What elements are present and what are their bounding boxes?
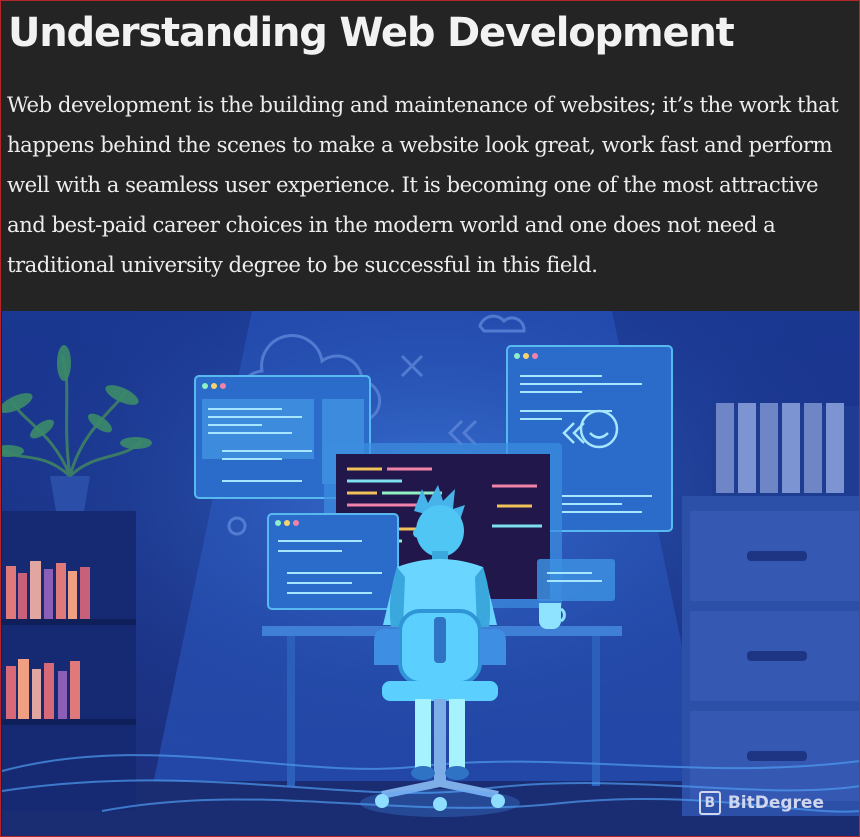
- web-developer-illustration: [2, 311, 859, 836]
- code-window-small: [267, 513, 399, 610]
- bitdegree-logo-icon: B: [698, 791, 721, 815]
- article-paragraph: Web development is the building and main…: [7, 92, 839, 277]
- article-title: Understanding Web Development: [8, 10, 735, 56]
- watermark-text: BitDegree: [727, 793, 824, 813]
- hero-illustration: B BitDegree: [2, 311, 859, 836]
- bitdegree-watermark: B BitDegree: [698, 791, 824, 815]
- article-frame: Understanding Web Development Web develo…: [0, 0, 860, 837]
